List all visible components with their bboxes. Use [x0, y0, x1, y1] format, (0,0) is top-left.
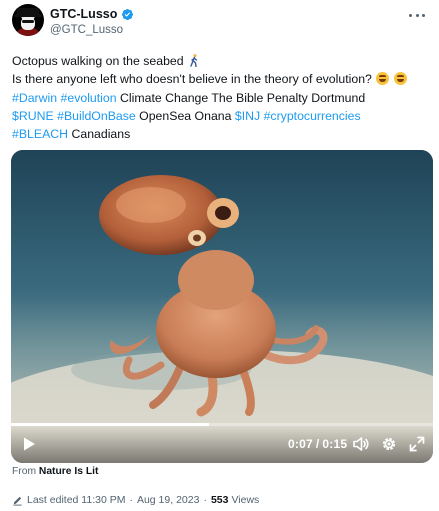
cashtag-rune[interactable]: $RUNE: [12, 109, 54, 123]
play-icon[interactable]: [21, 436, 37, 452]
video-player[interactable]: 0:07/0:15: [11, 150, 433, 463]
tweet-line-2: Is there anyone left who doesn't believe…: [12, 70, 430, 88]
meta-dot: ·: [203, 494, 207, 506]
volume-icon[interactable]: [352, 435, 370, 453]
tweet-text-line3: Climate Change The Bible Penalty Dortmun…: [120, 90, 366, 105]
rolling-laughing-emoji: [376, 72, 390, 86]
hashtag-cryptocurrencies[interactable]: #cryptocurrencies: [264, 109, 361, 123]
views-count: 553: [210, 494, 229, 506]
author-name-row: GTC-Lusso: [50, 7, 134, 21]
tweet-line-4: $RUNE #BuildOnBase OpenSea Onana $INJ #c…: [12, 107, 430, 125]
tweet-text-line4: OpenSea Onana: [139, 108, 235, 123]
tweet-text-line2: Is there anyone left who doesn't believe…: [12, 72, 372, 87]
pencil-icon: [13, 496, 22, 506]
hashtag-buildonbase[interactable]: #BuildOnBase: [57, 109, 136, 123]
fullscreen-icon[interactable]: [408, 435, 426, 453]
avatar[interactable]: [12, 4, 44, 36]
video-time: 0:07/0:15: [288, 437, 347, 451]
settings-gear-icon[interactable]: [380, 435, 398, 453]
avatar-glasses: [22, 20, 34, 23]
avatar-hat: [17, 8, 39, 15]
author-handle[interactable]: @GTC_Lusso: [50, 24, 123, 36]
tweet-line-5: #BLEACH Canadians: [12, 125, 430, 143]
author-display-name[interactable]: GTC-Lusso: [50, 7, 117, 21]
tweet-line-1: Octopus walking on the seabed: [12, 52, 430, 70]
video-current-time: 0:07: [288, 437, 313, 451]
cashtag-inj[interactable]: $INJ: [235, 109, 260, 123]
views-label: Views: [231, 494, 260, 506]
video-frame-octopus: [11, 150, 433, 463]
source-name-link[interactable]: Nature Is Lit: [39, 466, 99, 477]
avatar-face: [21, 16, 35, 30]
tweet-line-3: #Darwin #evolution Climate Change The Bi…: [12, 89, 430, 107]
meta-dot: ·: [129, 494, 133, 506]
rolling-laughing-emoji: [393, 72, 407, 86]
tweet-header: GTC-Lusso @GTC_Lusso: [12, 4, 427, 44]
more-dot: [422, 13, 425, 17]
tweet-text: Octopus walking on the seabed Is there a…: [12, 52, 430, 143]
more-dot: [409, 13, 412, 17]
tweet-text-line5: Canadians: [71, 127, 131, 142]
video-time-separator: /: [315, 437, 320, 451]
video-controls: 0:07/0:15: [11, 426, 433, 463]
tweet-text-line1: Octopus walking on the seabed: [12, 54, 184, 68]
edited-link[interactable]: Last edited 11:30 PM: [27, 494, 125, 506]
hashtag-bleach[interactable]: #BLEACH: [12, 127, 68, 141]
hashtag-evolution[interactable]: #evolution: [61, 91, 117, 105]
source-prefix: From: [12, 466, 39, 477]
more-dot: [415, 13, 419, 17]
verified-badge-icon: [122, 8, 134, 20]
more-icon[interactable]: [407, 8, 427, 22]
tweet-date[interactable]: Aug 19, 2023: [137, 494, 199, 506]
source-attribution: From Nature Is Lit: [12, 466, 98, 477]
hashtag-darwin[interactable]: #Darwin: [12, 91, 57, 105]
video-duration: 0:15: [322, 437, 348, 451]
person-walking-icon: [190, 54, 198, 67]
tweet-meta: Last edited 11:30 PM · Aug 19, 2023 · 55…: [12, 494, 259, 506]
